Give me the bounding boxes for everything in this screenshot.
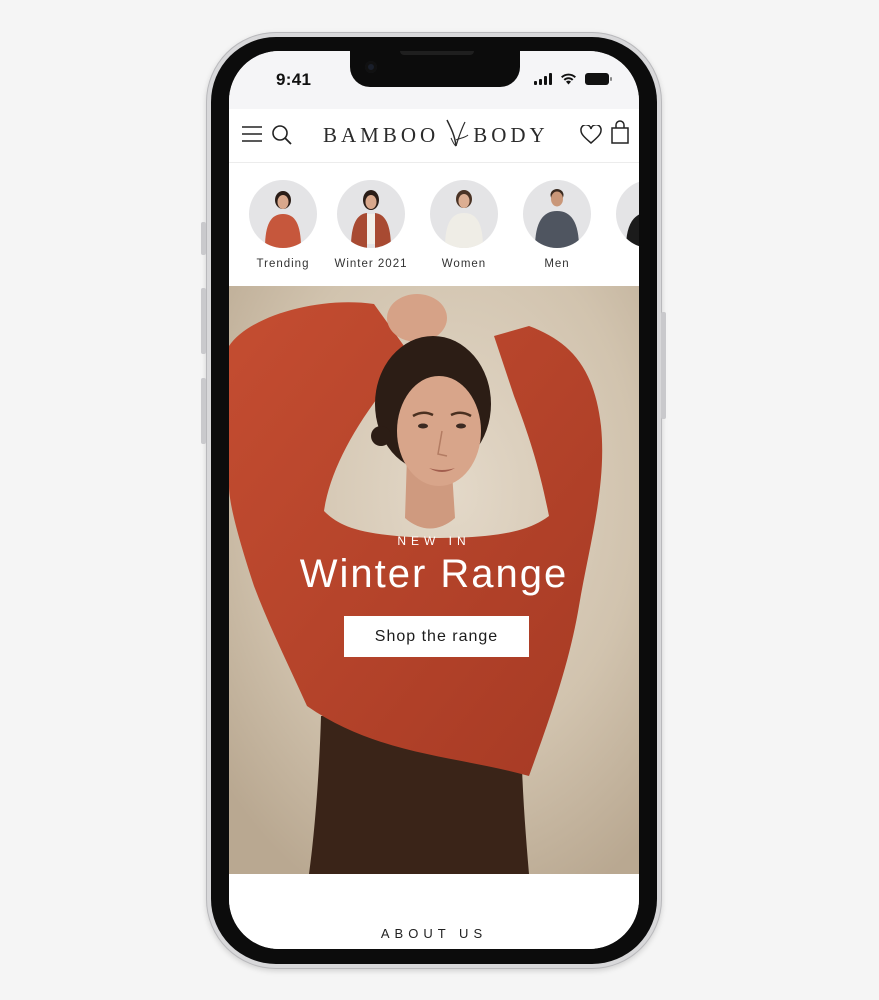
brand-logo[interactable]: BAMBOO BODY xyxy=(323,119,549,148)
category-trending[interactable]: Trending xyxy=(243,180,323,270)
volume-down-button xyxy=(201,378,206,444)
category-men[interactable]: Men xyxy=(517,180,597,270)
silent-switch xyxy=(201,222,206,255)
about-section: ABOUT US xyxy=(229,874,639,949)
category-label: Ma xyxy=(610,258,639,270)
shop-the-range-button[interactable]: Shop the range xyxy=(344,616,529,657)
about-heading: ABOUT US xyxy=(380,926,488,941)
category-avatar xyxy=(249,180,317,248)
search-icon[interactable] xyxy=(271,124,293,146)
brand-name-left: BAMBOO xyxy=(323,123,440,147)
status-icons xyxy=(534,73,612,85)
phone-screen: 9:41 BAMBOO BODY Trending Winter 2021 Wo… xyxy=(229,51,639,949)
cellular-signal-icon xyxy=(534,73,552,85)
category-women[interactable]: Women xyxy=(424,180,504,270)
volume-up-button xyxy=(201,288,206,354)
category-winter-2021[interactable]: Winter 2021 xyxy=(331,180,411,270)
hero-banner[interactable]: NEW IN Winter Range Shop the range xyxy=(229,286,639,874)
category-partial[interactable]: Ma xyxy=(610,180,639,270)
site-header: BAMBOO BODY xyxy=(229,109,639,163)
heart-icon[interactable] xyxy=(580,125,602,145)
category-label: Women xyxy=(441,258,487,270)
category-avatar xyxy=(523,180,591,248)
category-avatar xyxy=(616,180,639,248)
category-avatar xyxy=(337,180,405,248)
hero-eyebrow: NEW IN xyxy=(397,534,471,548)
bamboo-leaf-icon xyxy=(446,119,469,146)
menu-icon[interactable] xyxy=(241,124,263,144)
battery-icon xyxy=(585,73,612,85)
status-time: 9:41 xyxy=(276,70,312,89)
hero-title: Winter Range xyxy=(299,552,569,596)
category-label: Winter 2021 xyxy=(334,258,408,270)
shopping-bag-icon[interactable] xyxy=(611,120,629,144)
power-button xyxy=(661,312,666,419)
category-avatar xyxy=(430,180,498,248)
brand-name-right: BODY xyxy=(473,123,549,147)
speaker-grille xyxy=(400,51,474,55)
camera-notch xyxy=(350,51,520,87)
category-carousel: Trending Winter 2021 Women Men xyxy=(229,164,639,286)
category-label: Men xyxy=(544,258,570,270)
category-label: Trending xyxy=(256,258,310,270)
wifi-icon xyxy=(561,73,576,85)
front-camera xyxy=(365,61,377,73)
